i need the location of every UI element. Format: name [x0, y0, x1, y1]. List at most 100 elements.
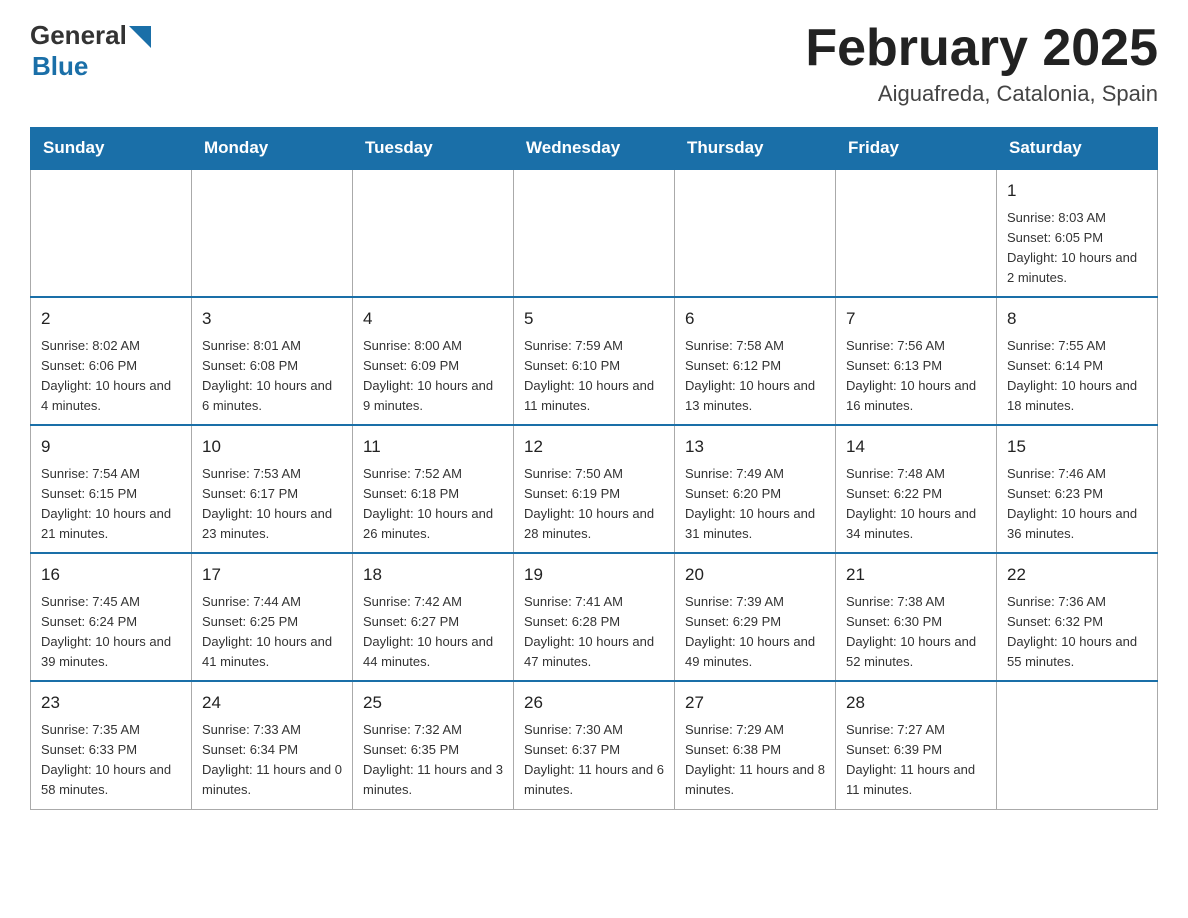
day-info: Sunrise: 7:46 AMSunset: 6:23 PMDaylight:…	[1007, 464, 1147, 545]
logo-general-text: General	[30, 20, 127, 51]
header-thursday: Thursday	[675, 128, 836, 170]
logo-arrow-icon	[129, 26, 151, 48]
table-row: 9 Sunrise: 7:54 AMSunset: 6:15 PMDaylight…	[31, 425, 192, 553]
day-info: Sunrise: 7:53 AMSunset: 6:17 PMDaylight:…	[202, 464, 342, 545]
day-info: Sunrise: 7:50 AMSunset: 6:19 PMDaylight:…	[524, 464, 664, 545]
table-row	[675, 169, 836, 297]
table-row: 11 Sunrise: 7:52 AMSunset: 6:18 PMDayligh…	[353, 425, 514, 553]
logo: General Blue	[30, 20, 151, 82]
table-row: 24Sunrise: 7:33 AMSunset: 6:34 PMDayligh…	[192, 681, 353, 809]
table-row: 5 Sunrise: 7:59 AMSunset: 6:10 PMDaylight…	[514, 297, 675, 425]
day-info: Sunrise: 7:32 AMSunset: 6:35 PMDaylight:…	[363, 720, 503, 801]
day-info: Sunrise: 7:58 AMSunset: 6:12 PMDaylight:…	[685, 336, 825, 417]
day-info: Sunrise: 7:56 AMSunset: 6:13 PMDaylight:…	[846, 336, 986, 417]
day-number: 3	[202, 306, 342, 332]
day-info: Sunrise: 7:54 AMSunset: 6:15 PMDaylight:…	[41, 464, 181, 545]
table-row: 3 Sunrise: 8:01 AMSunset: 6:08 PMDaylight…	[192, 297, 353, 425]
day-number: 6	[685, 306, 825, 332]
day-info: Sunrise: 8:00 AMSunset: 6:09 PMDaylight:…	[363, 336, 503, 417]
title-block: February 2025 Aiguafreda, Catalonia, Spa…	[805, 20, 1158, 107]
day-info: Sunrise: 7:42 AMSunset: 6:27 PMDaylight:…	[363, 592, 503, 673]
table-row: 4 Sunrise: 8:00 AMSunset: 6:09 PMDaylight…	[353, 297, 514, 425]
day-info: Sunrise: 7:27 AMSunset: 6:39 PMDaylight:…	[846, 720, 986, 801]
table-row: 21 Sunrise: 7:38 AMSunset: 6:30 PMDayligh…	[836, 553, 997, 681]
table-row: 17Sunrise: 7:44 AMSunset: 6:25 PMDayligh…	[192, 553, 353, 681]
table-row: 8 Sunrise: 7:55 AMSunset: 6:14 PMDaylight…	[997, 297, 1158, 425]
table-row: 23 Sunrise: 7:35 AMSunset: 6:33 PMDayligh…	[31, 681, 192, 809]
table-row: 26 Sunrise: 7:30 AMSunset: 6:37 PMDayligh…	[514, 681, 675, 809]
table-row: 14Sunrise: 7:48 AMSunset: 6:22 PMDayligh…	[836, 425, 997, 553]
day-number: 27	[685, 690, 825, 716]
day-info: Sunrise: 7:52 AMSunset: 6:18 PMDaylight:…	[363, 464, 503, 545]
day-number: 7	[846, 306, 986, 332]
header-monday: Monday	[192, 128, 353, 170]
header-wednesday: Wednesday	[514, 128, 675, 170]
table-row: 20 Sunrise: 7:39 AMSunset: 6:29 PMDayligh…	[675, 553, 836, 681]
month-title: February 2025	[805, 20, 1158, 77]
calendar-table: Sunday Monday Tuesday Wednesday Thursday…	[30, 127, 1158, 809]
day-info: Sunrise: 7:59 AMSunset: 6:10 PMDaylight:…	[524, 336, 664, 417]
day-info: Sunrise: 7:30 AMSunset: 6:37 PMDaylight:…	[524, 720, 664, 801]
calendar-week-row: 23 Sunrise: 7:35 AMSunset: 6:33 PMDayligh…	[31, 681, 1158, 809]
header-sunday: Sunday	[31, 128, 192, 170]
day-info: Sunrise: 7:33 AMSunset: 6:34 PMDaylight:…	[202, 720, 342, 801]
calendar-week-row: 9 Sunrise: 7:54 AMSunset: 6:15 PMDaylight…	[31, 425, 1158, 553]
day-number: 13	[685, 434, 825, 460]
day-number: 11	[363, 434, 503, 460]
table-row: 1Sunrise: 8:03 AMSunset: 6:05 PMDaylight…	[997, 169, 1158, 297]
day-number: 25	[363, 690, 503, 716]
day-info: Sunrise: 7:36 AMSunset: 6:32 PMDaylight:…	[1007, 592, 1147, 673]
table-row	[514, 169, 675, 297]
calendar-week-row: 1Sunrise: 8:03 AMSunset: 6:05 PMDaylight…	[31, 169, 1158, 297]
location: Aiguafreda, Catalonia, Spain	[805, 81, 1158, 107]
day-number: 16	[41, 562, 181, 588]
header-friday: Friday	[836, 128, 997, 170]
day-number: 2	[41, 306, 181, 332]
table-row	[192, 169, 353, 297]
day-info: Sunrise: 8:02 AMSunset: 6:06 PMDaylight:…	[41, 336, 181, 417]
header-saturday: Saturday	[997, 128, 1158, 170]
day-info: Sunrise: 7:45 AMSunset: 6:24 PMDaylight:…	[41, 592, 181, 673]
day-number: 20	[685, 562, 825, 588]
day-number: 15	[1007, 434, 1147, 460]
day-info: Sunrise: 7:48 AMSunset: 6:22 PMDaylight:…	[846, 464, 986, 545]
table-row	[353, 169, 514, 297]
table-row: 22Sunrise: 7:36 AMSunset: 6:32 PMDayligh…	[997, 553, 1158, 681]
header-tuesday: Tuesday	[353, 128, 514, 170]
day-number: 4	[363, 306, 503, 332]
table-row	[997, 681, 1158, 809]
table-row: 10 Sunrise: 7:53 AMSunset: 6:17 PMDayligh…	[192, 425, 353, 553]
day-number: 21	[846, 562, 986, 588]
day-number: 9	[41, 434, 181, 460]
table-row: 2 Sunrise: 8:02 AMSunset: 6:06 PMDaylight…	[31, 297, 192, 425]
page-header: General Blue February 2025 Aiguafreda, C…	[30, 20, 1158, 107]
day-number: 1	[1007, 178, 1147, 204]
table-row: 15 Sunrise: 7:46 AMSunset: 6:23 PMDayligh…	[997, 425, 1158, 553]
calendar-week-row: 16 Sunrise: 7:45 AMSunset: 6:24 PMDayligh…	[31, 553, 1158, 681]
table-row	[31, 169, 192, 297]
day-info: Sunrise: 7:35 AMSunset: 6:33 PMDaylight:…	[41, 720, 181, 801]
table-row: 18 Sunrise: 7:42 AMSunset: 6:27 PMDayligh…	[353, 553, 514, 681]
day-number: 23	[41, 690, 181, 716]
day-number: 17	[202, 562, 342, 588]
day-number: 18	[363, 562, 503, 588]
day-number: 26	[524, 690, 664, 716]
day-number: 8	[1007, 306, 1147, 332]
table-row: 19Sunrise: 7:41 AMSunset: 6:28 PMDayligh…	[514, 553, 675, 681]
table-row: 16 Sunrise: 7:45 AMSunset: 6:24 PMDayligh…	[31, 553, 192, 681]
table-row: 28Sunrise: 7:27 AMSunset: 6:39 PMDayligh…	[836, 681, 997, 809]
calendar-week-row: 2 Sunrise: 8:02 AMSunset: 6:06 PMDaylight…	[31, 297, 1158, 425]
day-info: Sunrise: 7:38 AMSunset: 6:30 PMDaylight:…	[846, 592, 986, 673]
table-row: 7 Sunrise: 7:56 AMSunset: 6:13 PMDaylight…	[836, 297, 997, 425]
day-number: 12	[524, 434, 664, 460]
table-row: 12 Sunrise: 7:50 AMSunset: 6:19 PMDayligh…	[514, 425, 675, 553]
table-row	[836, 169, 997, 297]
day-info: Sunrise: 8:01 AMSunset: 6:08 PMDaylight:…	[202, 336, 342, 417]
table-row: 25 Sunrise: 7:32 AMSunset: 6:35 PMDayligh…	[353, 681, 514, 809]
day-info: Sunrise: 7:39 AMSunset: 6:29 PMDaylight:…	[685, 592, 825, 673]
day-info: Sunrise: 7:55 AMSunset: 6:14 PMDaylight:…	[1007, 336, 1147, 417]
day-number: 5	[524, 306, 664, 332]
table-row: 27Sunrise: 7:29 AMSunset: 6:38 PMDayligh…	[675, 681, 836, 809]
day-number: 10	[202, 434, 342, 460]
day-info: Sunrise: 7:49 AMSunset: 6:20 PMDaylight:…	[685, 464, 825, 545]
